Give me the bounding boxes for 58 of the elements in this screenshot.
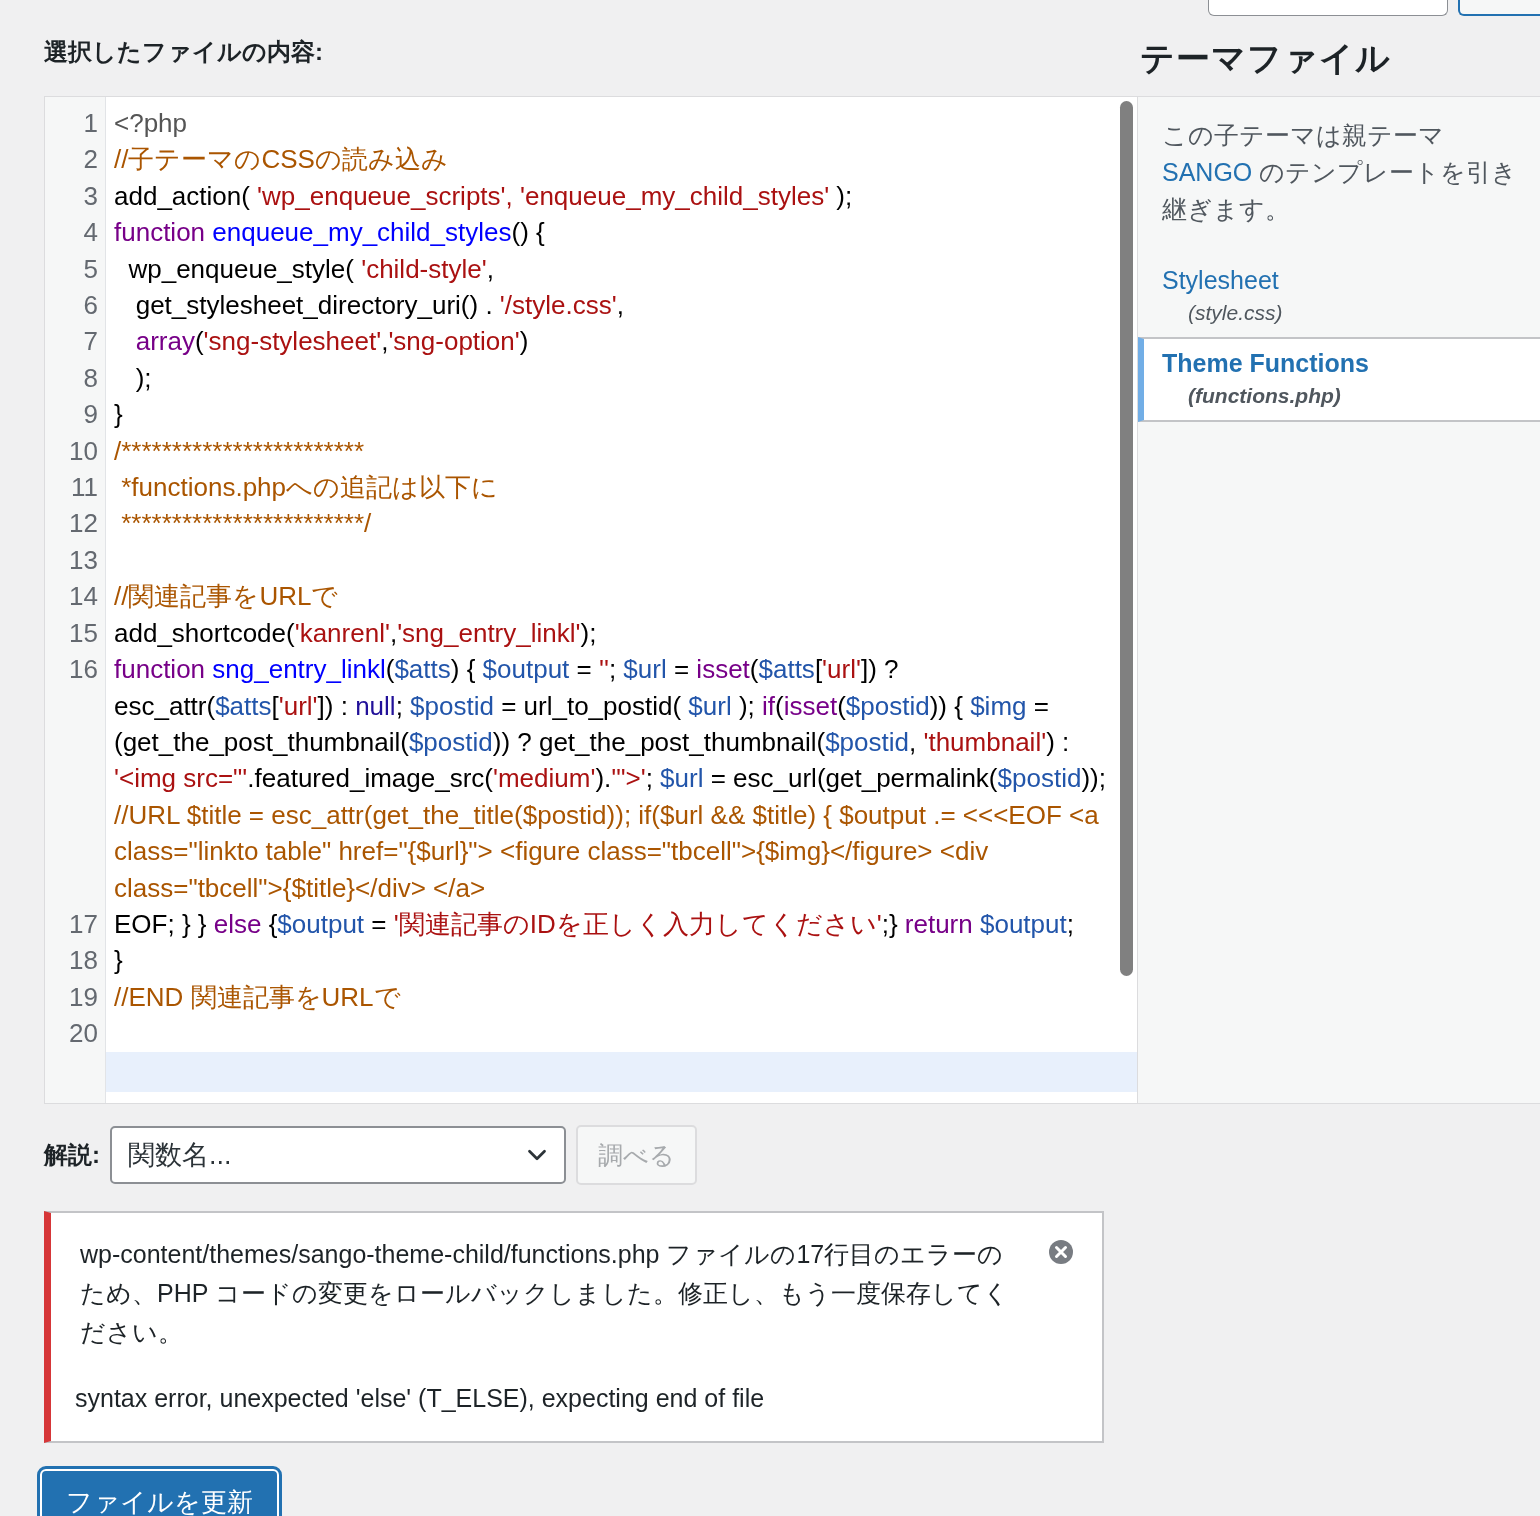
- notice-message: wp-content/themes/sango-theme-child/functions.php ファイルの17行目のエラーのため、PHP コードの変更をロールバックしました。修正し、もう一度保存してください。: [79, 1239, 1010, 1348]
- lookup-label: 解説:: [44, 1140, 100, 1170]
- code-line: function sng_entry_linkl($atts) { $output = ''; $url = isset($atts['url']) ? esc_attr($atts['url']) : null; $postid = url_to_postid( $url ); if(isset($postid)) { $img = (get_the_post_thumbnail($postid)) ? get_the_post_thumbnail($postid, 'thumbnail') : '<img src="'.featured_image_src('medium').'">'; $url = esc_url(get_permalink($postid)); //URL $title = esc_attr(get_the_title($postid)); if($url && $title) { $output .= <<<EOF <a class="linkto table" href="{$url}"> <figure class="tbcell">{$img}</figure> <div class="tbcell">{$title}</div> </a>: [113, 653, 1107, 905]
- code-line: EOF; } } else {$output = '関連記事のIDを正しく入力してください';} return $output;: [113, 907, 1075, 941]
- line-number: 20: [68, 1017, 99, 1051]
- file-name: (style.css): [1187, 301, 1283, 325]
- close-icon[interactable]: [1048, 1239, 1074, 1265]
- line-number: 6: [82, 289, 99, 323]
- line-number: 15: [68, 616, 99, 650]
- code-line: add_action( 'wp_enqueue_scripts', 'enqueue_my_child_styles' );: [113, 179, 854, 213]
- line-number: 9: [82, 398, 99, 432]
- line-number: 1: [82, 107, 99, 140]
- line-number: 17: [68, 907, 99, 941]
- section-heading: 選択したファイルの内容:: [44, 37, 323, 67]
- line-number: 16: [68, 653, 99, 687]
- file-item[interactable]: Theme Functions (functions.php): [1138, 337, 1540, 422]
- parent-theme-link[interactable]: SANGO: [1162, 158, 1253, 186]
- scrollbar-thumb[interactable]: [1120, 101, 1133, 976]
- code-line: }: [113, 944, 124, 978]
- code-line: }: [113, 398, 124, 432]
- line-number: 2: [82, 143, 99, 177]
- code-line: *functions.phpへの追記は以下に: [120, 471, 500, 505]
- code-line: add_shortcode('kanrenl','sng_entry_linkl');: [113, 616, 598, 650]
- code-line: wp_enqueue_style( 'child-style',: [127, 252, 495, 286]
- sidebar-heading: テーマファイル: [1140, 38, 1391, 79]
- line-number: 14: [68, 580, 99, 614]
- code-line: //END 関連記事をURLで: [113, 980, 402, 1014]
- file-name: (functions.php): [1187, 384, 1341, 408]
- code-line: //関連記事をURLで: [113, 580, 340, 614]
- file-link[interactable]: Theme Functions: [1162, 349, 1369, 378]
- code-line: ************************/: [120, 507, 373, 541]
- code-line: <?php: [113, 107, 189, 140]
- code-line: /************************: [113, 434, 366, 468]
- code-line: //子テーマのCSSの読み込み: [113, 143, 449, 177]
- line-number: 10: [68, 434, 99, 468]
- line-number: 5: [82, 252, 99, 286]
- update-file-button[interactable]: ファイルを更新: [40, 1469, 279, 1516]
- file-item[interactable]: Stylesheet (style.css): [1138, 256, 1540, 337]
- theme-description: この子テーマは親テーマ SANGO のテンプレートを引き継ぎます。: [1161, 120, 1519, 225]
- function-select[interactable]: 関数名...: [110, 1126, 566, 1184]
- line-number: 19: [68, 980, 99, 1014]
- line-number: 12: [68, 507, 99, 541]
- line-number: 8: [82, 361, 99, 395]
- line-number: 13: [68, 543, 99, 577]
- code-line: get_stylesheet_directory_uri() . '/style.css',: [134, 289, 625, 323]
- code-line: array('sng-stylesheet','sng-option'): [134, 325, 530, 359]
- code-line: function enqueue_my_child_styles() {: [113, 216, 546, 250]
- line-number: 4: [82, 216, 99, 250]
- line-number: 11: [70, 471, 99, 505]
- line-number: 18: [68, 944, 99, 978]
- dropdown-field[interactable]: [1208, 0, 1448, 16]
- error-detail: syntax error, unexpected 'else' (T_ELSE), expecting end of file: [75, 1384, 766, 1413]
- code-line: );: [134, 361, 153, 395]
- line-number: 7: [82, 325, 99, 359]
- file-link[interactable]: Stylesheet: [1162, 266, 1279, 295]
- line-number: 3: [82, 179, 99, 213]
- code-editor[interactable]: [44, 96, 1137, 1104]
- outline-button[interactable]: [1458, 0, 1540, 16]
